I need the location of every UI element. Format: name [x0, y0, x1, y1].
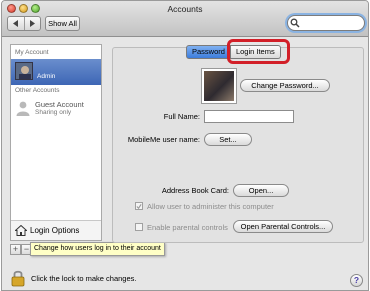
back-arrow-icon — [12, 20, 18, 27]
window-title: Accounts — [167, 4, 203, 14]
lock-icon[interactable] — [11, 269, 25, 287]
search-icon — [290, 18, 300, 28]
checkmark-icon — [136, 203, 142, 209]
avatar — [15, 62, 33, 80]
back-forward-buttons — [7, 16, 41, 31]
guest-account-status: Sharing only — [35, 109, 72, 116]
tab-password[interactable]: Password — [186, 45, 231, 59]
full-name-label: Full Name: — [163, 112, 200, 121]
add-account-button[interactable]: + — [10, 244, 21, 255]
parental-controls-label: Enable parental controls — [147, 222, 228, 232]
parental-controls-checkbox[interactable] — [135, 223, 143, 231]
set-button[interactable]: Set... — [204, 133, 252, 146]
lock-status-text: Click the lock to make changes. — [31, 274, 137, 283]
full-name-field[interactable] — [204, 110, 294, 123]
house-icon — [15, 225, 27, 236]
change-password-button[interactable]: Change Password... — [240, 79, 330, 92]
title-bar: Accounts Show All — [2, 1, 368, 37]
forward-button[interactable] — [23, 17, 41, 30]
open-address-book-button[interactable]: Open... — [233, 184, 289, 197]
accounts-window: Accounts Show All My Account Admin Other… — [1, 0, 369, 291]
login-options-label: Login Options — [30, 226, 80, 235]
allow-admin-checkbox[interactable] — [135, 202, 143, 210]
other-accounts-header: Other Accounts — [15, 87, 60, 94]
search-field[interactable] — [287, 15, 365, 31]
show-all-button[interactable]: Show All — [45, 16, 80, 31]
sidebar-account-role: Admin — [37, 73, 56, 80]
my-account-header: My Account — [15, 49, 49, 56]
accounts-sidebar: My Account Admin Other Accounts Guest Ac… — [10, 44, 102, 241]
add-remove-bar: + − — [10, 244, 32, 255]
sidebar-item-guest-account[interactable]: Guest Account Sharing only — [11, 96, 101, 122]
allow-admin-label: Allow user to administer this computer — [147, 201, 274, 211]
search-input[interactable] — [301, 17, 361, 29]
user-picture[interactable] — [202, 69, 236, 103]
sidebar-item-my-account[interactable]: Admin — [11, 59, 101, 85]
address-book-label: Address Book Card: — [161, 186, 229, 195]
bottom-bar: Click the lock to make changes. ? — [2, 263, 368, 290]
parental-controls-row: Enable parental controls — [135, 222, 228, 232]
allow-admin-row: Allow user to administer this computer — [135, 201, 274, 211]
guest-account-name: Guest Account — [35, 100, 84, 109]
login-items-highlight — [227, 39, 290, 64]
open-parental-controls-button[interactable]: Open Parental Controls... — [233, 220, 333, 233]
mobileme-label: MobileMe user name: — [127, 135, 200, 144]
guest-user-icon — [16, 101, 30, 116]
forward-arrow-icon — [30, 20, 36, 27]
help-button[interactable]: ? — [350, 274, 363, 287]
login-options-item[interactable]: Login Options — [11, 220, 101, 240]
back-button[interactable] — [8, 17, 24, 30]
login-options-tooltip: Change how users log in to their account — [30, 242, 165, 256]
